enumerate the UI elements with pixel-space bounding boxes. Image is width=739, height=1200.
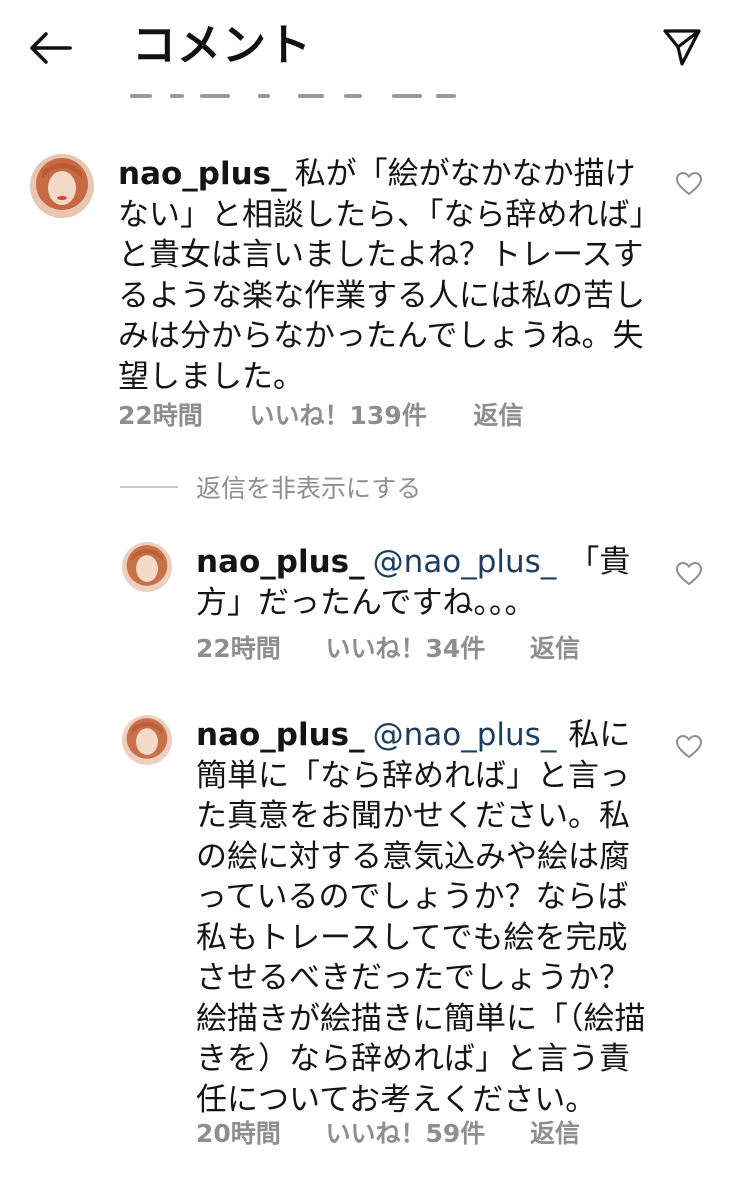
avatar[interactable] xyxy=(30,154,94,218)
reply-text: nao_plus_ @nao_plus_ 「貴方」だったんですね。。。 xyxy=(196,542,656,623)
arrow-left-icon xyxy=(30,32,72,64)
divider-line xyxy=(120,486,178,488)
like-count[interactable]: いいね！34件 xyxy=(326,633,486,665)
hide-replies-label: 返信を非表示にする xyxy=(196,474,422,503)
top-bar: コメント xyxy=(0,0,739,98)
reply-meta: 22時間 いいね！34件 返信 xyxy=(196,633,580,665)
share-button[interactable] xyxy=(656,22,708,72)
paper-plane-icon xyxy=(663,29,701,66)
reply-meta: 20時間 いいね！59件 返信 xyxy=(196,1118,580,1150)
mention-link[interactable]: @nao_plus_ xyxy=(373,717,557,753)
page-title: コメント xyxy=(132,20,312,71)
username-link[interactable]: nao_plus_ xyxy=(118,156,287,192)
timestamp: 22時間 xyxy=(196,634,281,663)
mention-link[interactable]: @nao_plus_ xyxy=(373,544,557,580)
heart-icon[interactable] xyxy=(676,735,702,759)
reply-text: nao_plus_ @nao_plus_ 私に簡単に「なら辞めれば」と言った真意をお… xyxy=(196,715,656,1120)
timestamp: 20時間 xyxy=(196,1119,281,1148)
avatar-image xyxy=(122,715,172,765)
clipped-text-remnant xyxy=(130,88,460,102)
username-link[interactable]: nao_plus_ xyxy=(196,544,365,580)
reply-body: 私に簡単に「なら辞めれば」と言った真意をお聞かせください。私の絵に対する意気込み… xyxy=(196,717,646,1118)
heart-icon[interactable] xyxy=(676,172,702,196)
like-count[interactable]: いいね！139件 xyxy=(250,400,427,432)
avatar-image xyxy=(122,542,172,592)
avatar[interactable] xyxy=(122,542,172,592)
reply-button[interactable]: 返信 xyxy=(530,633,580,665)
reply-button[interactable]: 返信 xyxy=(530,1118,580,1150)
like-count[interactable]: いいね！59件 xyxy=(326,1118,486,1150)
hide-replies-toggle[interactable]: 返信を非表示にする xyxy=(120,470,421,504)
avatar[interactable] xyxy=(122,715,172,765)
username-link[interactable]: nao_plus_ xyxy=(196,717,365,753)
comment-meta: 22時間 いいね！139件 返信 xyxy=(118,400,523,432)
comment-text: nao_plus_ 私が「絵がなかなか描けない」と相談したら、「なら辞めれば」と貴… xyxy=(118,154,658,397)
avatar-image xyxy=(30,154,94,218)
heart-icon[interactable] xyxy=(676,562,702,586)
timestamp: 22時間 xyxy=(118,401,203,430)
reply-button[interactable]: 返信 xyxy=(473,400,523,432)
back-button[interactable] xyxy=(24,24,76,72)
